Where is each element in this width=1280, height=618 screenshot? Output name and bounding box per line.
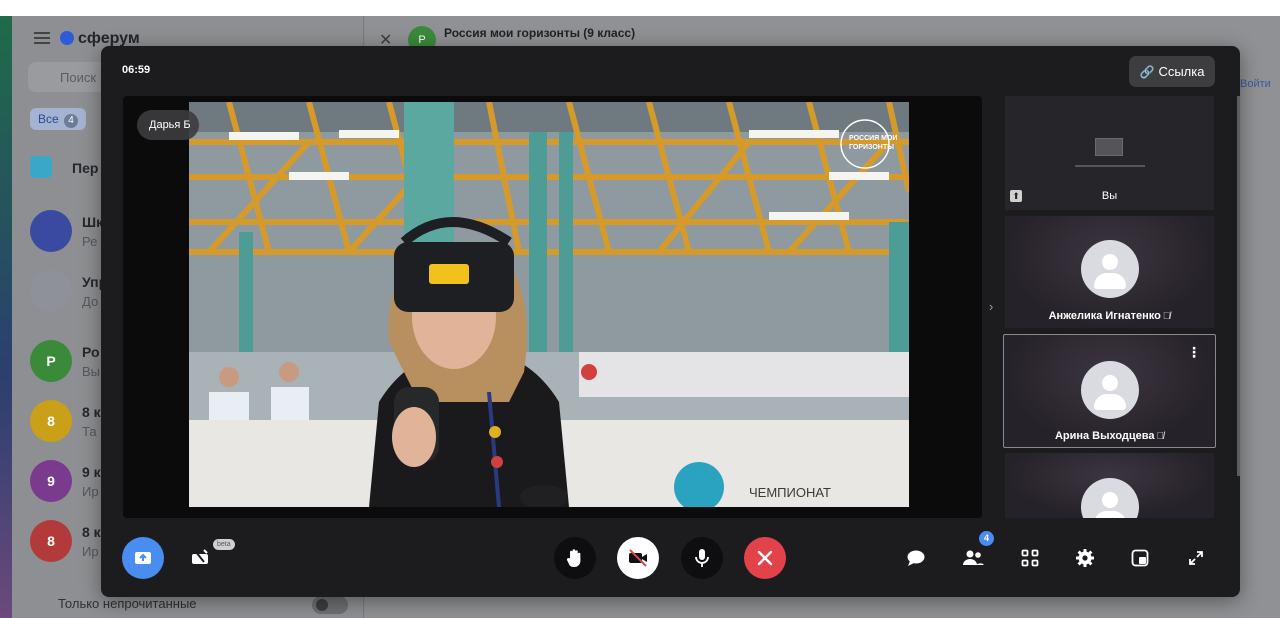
logo-icon xyxy=(60,31,74,45)
chat-icon xyxy=(907,550,925,566)
self-label: Вы xyxy=(1101,190,1118,202)
fullscreen-icon xyxy=(1189,551,1203,565)
microphone-button[interactable] xyxy=(681,537,723,579)
participant-tile[interactable]: ⋮ Арина Выходцева 🎙̸ xyxy=(1003,334,1216,448)
end-call-icon xyxy=(757,550,773,566)
chat-name: Ро xyxy=(82,344,100,360)
link-button[interactable]: 🔗 Ссылка xyxy=(1129,56,1215,87)
avatar: 8 xyxy=(30,400,72,442)
more-options-icon[interactable]: ⋮ xyxy=(1187,345,1201,359)
effects-icon xyxy=(192,549,208,564)
participant-name-text: Арина Выходцева xyxy=(1054,430,1155,442)
unread-toggle[interactable] xyxy=(312,596,348,614)
mic-off-icon: 🎙̸ xyxy=(1162,311,1171,322)
user-placeholder-icon xyxy=(1080,478,1139,518)
avatar: 9 xyxy=(30,460,72,502)
chat-name: 8 к xyxy=(82,524,101,540)
participant-name: Анжелика Игнатенко 🎙̸ xyxy=(1005,310,1214,322)
section-label: Пер xyxy=(72,160,99,176)
chat-preview: Ре xyxy=(82,234,98,249)
gear-icon xyxy=(1076,549,1094,567)
self-tile[interactable]: ⬆ Вы xyxy=(1005,96,1214,210)
participants-count-badge: 4 xyxy=(979,531,994,546)
mic-off-icon: 🎙̸ xyxy=(1156,431,1165,442)
participants-button[interactable]: 4 xyxy=(952,531,994,579)
menu-icon[interactable] xyxy=(34,32,50,44)
section-icon xyxy=(30,156,52,178)
brand-name: сферум xyxy=(78,30,140,47)
speaker-video[interactable]: ЧЕМПИОНАТ РОССИЯ МОИ ГОРИЗОНТЫ xyxy=(189,102,909,507)
hand-icon xyxy=(566,549,581,567)
filter-chip-label: Все xyxy=(38,112,59,126)
layout-button[interactable] xyxy=(1119,537,1161,579)
speaker-name-tag: Дарья Б xyxy=(137,110,199,140)
chat-name: Шк xyxy=(82,214,104,230)
beta-badge: beta xyxy=(213,539,235,550)
end-call-button[interactable] xyxy=(744,537,786,579)
chat-title: Россия мои горизонты (9 класс) xyxy=(444,26,636,40)
chat-name: 9 к xyxy=(82,464,101,480)
chat-preview: Та xyxy=(82,424,97,439)
chat-preview: До xyxy=(82,294,99,309)
chat-button[interactable] xyxy=(895,537,937,579)
link-icon: 🔗 xyxy=(1139,65,1155,79)
unread-toggle-label: Только непрочитанные xyxy=(58,596,197,611)
svg-text:ГОРИЗОНТЫ: ГОРИЗОНТЫ xyxy=(849,144,894,151)
participant-tile[interactable]: Анжелика Игнатенко 🎙̸ xyxy=(1005,216,1214,328)
tiles-scrollbar[interactable] xyxy=(1237,96,1240,476)
avatar: Р xyxy=(30,340,72,382)
grid-icon xyxy=(1021,549,1039,567)
speaker-video-frame: ЧЕМПИОНАТ РОССИЯ МОИ ГОРИЗОНТЫ xyxy=(189,102,909,507)
link-button-label: Ссылка xyxy=(1158,64,1205,79)
participant-name-text: Анжелика Игнатенко xyxy=(1048,310,1161,322)
video-sign-text: ЧЕМПИОНАТ xyxy=(749,485,831,500)
chat-name: 8 к xyxy=(82,404,101,420)
participants-icon xyxy=(963,550,984,565)
grid-view-button[interactable] xyxy=(1009,537,1051,579)
mic-icon xyxy=(695,549,709,567)
share-screen-icon xyxy=(135,552,151,564)
chat-preview: Ир xyxy=(82,544,99,559)
desktop-edge xyxy=(0,16,12,618)
top-strip xyxy=(0,0,1280,16)
user-placeholder-icon xyxy=(1080,240,1139,298)
avatar xyxy=(30,270,72,312)
camera-toggle-button[interactable] xyxy=(617,537,659,579)
call-window: 06:59 🔗 Ссылка Дарья Б ЧЕМПИОНАТ РОССИЯ … xyxy=(101,46,1240,597)
share-screen-button[interactable] xyxy=(122,537,164,579)
call-timer: 06:59 xyxy=(122,64,151,76)
settings-button[interactable] xyxy=(1064,537,1106,579)
screen-preview-icon xyxy=(1095,138,1123,156)
filter-chip-all[interactable]: Все 4 xyxy=(30,108,87,130)
screen-preview-text xyxy=(1075,165,1145,167)
fullscreen-button[interactable] xyxy=(1175,537,1217,579)
raise-hand-button[interactable] xyxy=(554,537,596,579)
user-placeholder-icon xyxy=(1080,361,1139,419)
layout-icon xyxy=(1131,549,1149,567)
join-link[interactable]: Войти xyxy=(1240,78,1271,90)
participant-tile[interactable] xyxy=(1005,453,1214,518)
chat-preview: Ир xyxy=(82,484,99,499)
participant-name: Арина Выходцева 🎙̸ xyxy=(1004,430,1215,442)
camera-off-icon xyxy=(629,549,647,567)
collapse-panel-icon[interactable]: › xyxy=(989,299,993,314)
svg-text:РОССИЯ МОИ: РОССИЯ МОИ xyxy=(849,135,897,142)
avatar xyxy=(30,210,72,252)
speaker-stage: Дарья Б ЧЕМПИОНАТ РОССИЯ МОИ ГОРИЗОНТЫ xyxy=(123,96,982,518)
chat-preview: Вы xyxy=(82,364,101,379)
avatar: 8 xyxy=(30,520,72,562)
filter-chip-count: 4 xyxy=(64,114,79,128)
